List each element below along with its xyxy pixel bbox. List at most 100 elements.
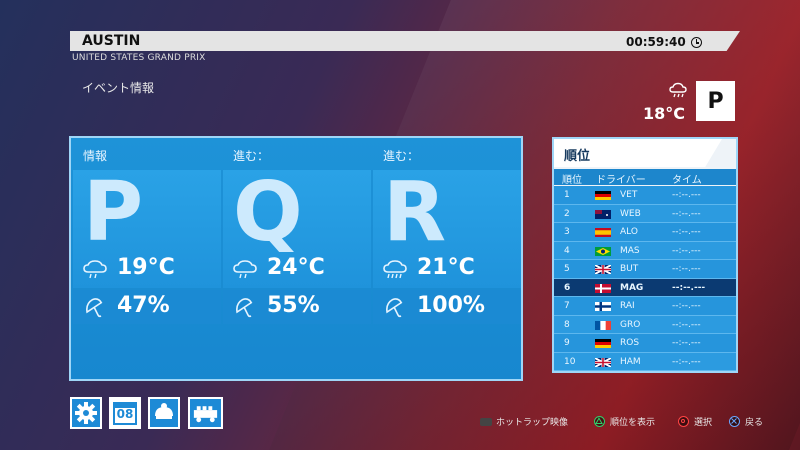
team-button[interactable] [148,397,180,429]
cross-button-icon [729,416,740,427]
row-position: 8 [564,319,570,330]
rain-chance: 47% [117,293,170,318]
cloud-heavy-rain-icon [383,260,407,279]
row-driver: RAI [620,301,635,311]
row-time: --:--.--- [672,245,701,256]
column-header-position: 順位 [562,175,582,186]
session-column-qualifying[interactable]: 進む： Q 24°C 55% [223,138,371,324]
column-header-time: タイム [672,175,702,186]
session-temperature: 21°C [417,255,475,280]
calendar-button[interactable]: 08 [109,397,141,429]
umbrella-icon [236,298,253,318]
page-title: イベント情報 [82,81,155,95]
session-temperature: 24°C [267,255,325,280]
standings-row[interactable]: 5 BUT --:--.--- [554,260,736,279]
session-label: 進む： [383,149,420,163]
standings-row[interactable]: 3 ALO --:--.--- [554,223,736,242]
standings-header: 順位 ドライバー タイム [554,169,736,186]
flag-brazil-icon [595,246,611,256]
touchpad-icon [480,418,492,426]
venue-name: AUSTIN [82,33,141,49]
row-time: --:--.--- [672,227,701,237]
row-position: 2 [564,208,570,219]
cloud-rain-icon [233,260,257,279]
row-position: 1 [564,190,570,200]
clock-icon [691,37,702,48]
standings-row[interactable]: 7 RAI --:--.--- [554,297,736,316]
row-time: --:--.--- [672,356,701,367]
row-driver: ROS [620,338,640,348]
row-time: --:--.--- [672,319,701,330]
flag-france-icon [595,320,611,330]
row-driver: BUT [620,264,639,274]
standings-row[interactable]: 9 ROS --:--.--- [554,334,736,353]
flag-uk-icon [594,264,612,275]
hint-select[interactable]: 選択 [694,415,712,428]
current-session-badge: P [696,81,735,121]
session-temperature: 19°C [117,255,175,280]
flag-uk-icon [594,356,612,368]
standings-row[interactable]: 1 VET --:--.--- [554,186,736,205]
row-time: --:--.--- [672,264,701,274]
hint-hotlap-video[interactable]: ホットラップ映像 [496,415,568,428]
standings-row[interactable]: 4 MAS --:--.--- [554,241,736,260]
session-letter: P [83,165,144,260]
rain-chance: 100% [417,293,485,318]
session-label: 進む： [233,149,270,163]
settings-button[interactable] [70,397,102,429]
session-label: 情報 [83,149,108,163]
triangle-button-icon [594,416,605,427]
hint-back[interactable]: 戻る [745,415,763,428]
circle-button-icon [678,416,689,427]
row-time: --:--.--- [672,208,701,219]
garage-icon [193,406,218,423]
calendar-icon: 08 [113,402,137,425]
row-time: --:--.--- [672,301,701,311]
row-time: --:--.--- [672,190,701,200]
umbrella-icon [86,298,103,318]
row-position: 4 [564,245,570,256]
flag-spain-icon [595,228,611,237]
flag-germany-icon [595,191,611,200]
rain-chance-box: 47% [73,290,221,324]
row-position: 9 [564,338,570,348]
standings-list: 1 VET --:--.--- 2 WEB --:--.--- 3 ALO --:--.--- 4… [554,186,736,371]
row-driver: MAS [620,245,640,256]
standings-row[interactable]: 10 HAM --:--.--- [554,352,736,371]
helmet-icon [155,403,173,419]
flag-germany-icon [595,339,611,348]
umbrella-icon [386,298,403,318]
standings-row[interactable]: 2 WEB --:--.--- [554,204,736,223]
row-driver: WEB [620,208,641,219]
current-temperature: 18°C [643,104,686,123]
session-letter: R [383,165,447,260]
session-forecast-panel: 情報 P 19°C 47% 進む： Q 24°C 55% 進む： R 21°C … [69,136,523,381]
row-driver: GRO [620,319,641,330]
standings-row[interactable]: 8 GRO --:--.--- [554,315,736,334]
session-column-practice[interactable]: 情報 P 19°C 47% [73,138,221,324]
row-time: --:--.--- [672,338,701,348]
row-driver: MAG [620,282,644,293]
flag-finland-icon [595,302,611,311]
standings-panel: 順位 順位 ドライバー タイム 1 VET --:--.--- 2 WEB --:--.-… [552,137,738,373]
garage-button[interactable] [188,397,223,429]
session-clock: 00:59:40 [626,35,686,49]
row-driver: ALO [620,227,638,237]
row-driver: VET [620,190,638,200]
standings-row[interactable]: 6 MAG --:--.--- [554,278,736,297]
rain-chance: 55% [267,293,320,318]
flag-australia-icon [595,209,611,219]
row-position: 6 [564,282,571,293]
session-column-race[interactable]: 進む： R 21°C 100% [373,138,521,324]
row-position: 10 [564,356,576,367]
event-name: UNITED STATES GRAND PRIX [72,53,206,63]
row-time: --:--.--- [672,282,706,293]
row-position: 5 [564,264,570,274]
row-driver: HAM [620,356,641,367]
hint-show-standings[interactable]: 順位を表示 [610,415,655,428]
cloud-rain-icon [83,260,107,279]
session-letter: Q [233,165,303,260]
calendar-number: 08 [116,407,134,421]
gear-icon [75,402,97,424]
rain-chance-box: 55% [223,290,371,324]
